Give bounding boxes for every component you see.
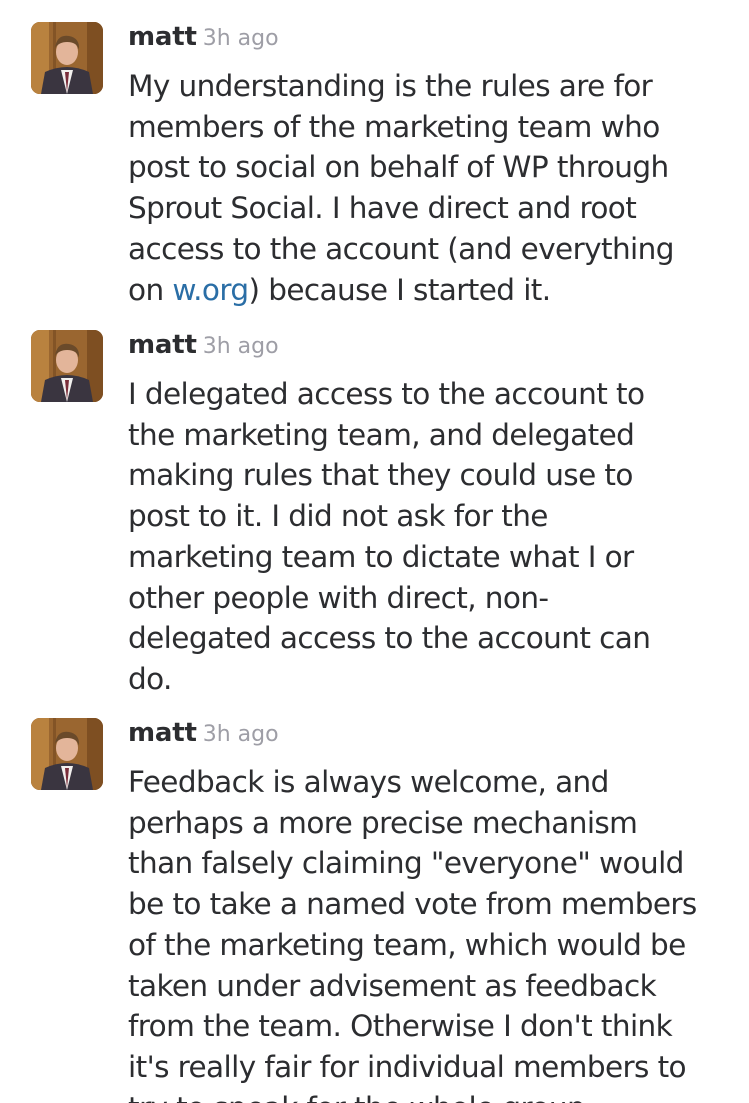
avatar[interactable]: [31, 330, 103, 402]
message-header: matt 3h ago: [128, 22, 279, 62]
message-line: perhaps a more precise mechanism: [128, 805, 638, 840]
avatar-image: [31, 330, 103, 402]
author-name[interactable]: matt: [128, 330, 197, 360]
message-line: taken under advisement as feedback: [128, 968, 657, 1003]
message-line: Feedback is always welcome, and: [128, 765, 609, 799]
message-line: the marketing team, and delegated: [128, 417, 635, 452]
message-text: I delegated access to the account to the…: [128, 374, 728, 700]
message-feed: matt 3h ago My understanding is the rules…: [0, 0, 749, 1103]
message-text-fragment: ) because I started it.: [248, 272, 552, 307]
avatar-image: [31, 22, 103, 94]
message-line: access to the account (and everything: [128, 231, 674, 266]
author-name[interactable]: matt: [128, 22, 197, 52]
message-header: matt 3h ago: [128, 718, 279, 758]
message-line: post to social on behalf of WP through: [128, 150, 669, 185]
message-line: do.: [128, 661, 172, 696]
message-text: My understanding is the rules are for me…: [128, 66, 728, 310]
message-text: Feedback is always welcome, and perhaps …: [128, 762, 728, 1103]
avatar[interactable]: [31, 718, 103, 790]
message-line: from the team. Otherwise I don't think: [128, 1009, 673, 1044]
timestamp[interactable]: 3h ago: [203, 334, 279, 359]
message-line: I delegated access to the account to: [128, 377, 645, 411]
message-line: it's really fair for individual members …: [128, 1049, 687, 1084]
message-line: be to take a named vote from members: [128, 887, 697, 922]
avatar[interactable]: [31, 22, 103, 94]
timestamp[interactable]: 3h ago: [203, 722, 279, 747]
author-name[interactable]: matt: [128, 718, 197, 748]
message-line: marketing team to dictate what I or: [128, 539, 634, 574]
message-line: making rules that they could use to: [128, 458, 633, 493]
message-line: post to it. I did not ask for the: [128, 499, 548, 534]
message-line: than falsely claiming "everyone" would: [128, 846, 684, 881]
message-line: of the marketing team, which would be: [128, 927, 686, 962]
message-line: other people with direct, non-: [128, 580, 549, 615]
message-header: matt 3h ago: [128, 330, 279, 370]
message-line: members of the marketing team who: [128, 109, 660, 144]
message-line: on w.org) because I started it.: [128, 270, 728, 311]
message-line: Sprout Social. I have direct and root: [128, 191, 637, 226]
message-text-fragment: on: [128, 272, 173, 307]
link-w-org[interactable]: w.org: [172, 273, 249, 307]
message-line: try to speak for the whole group.: [128, 1088, 728, 1103]
message-line: delegated access to the account can: [128, 621, 651, 656]
timestamp[interactable]: 3h ago: [203, 26, 279, 51]
avatar-image: [31, 718, 103, 790]
message-line: My understanding is the rules are for: [128, 69, 653, 103]
